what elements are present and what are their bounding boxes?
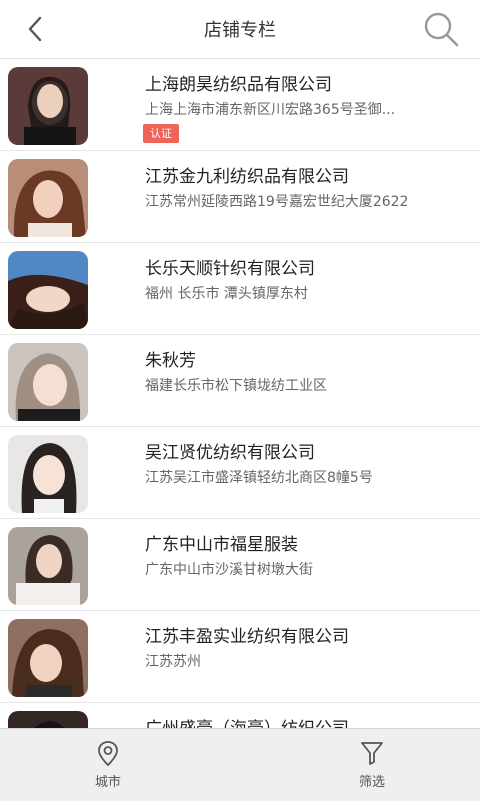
shop-address: 江苏常州延陵西路19号嘉宏世纪大厦2622	[145, 194, 409, 210]
top-bar: 店铺专栏	[0, 0, 480, 59]
shop-address: 上海上海市浦东新区川宏路365号圣御...	[145, 102, 396, 118]
filter-funnel-icon	[361, 742, 383, 765]
shop-address: 福州 长乐市 潭头镇厚东村	[145, 286, 308, 302]
search-icon[interactable]	[422, 10, 460, 48]
shop-row[interactable]: 朱秋芳 福建长乐市松下镇垅纺工业区	[0, 335, 480, 427]
shop-row[interactable]: 广州盛豪（海豪）纺织公司	[0, 703, 480, 728]
shop-avatar	[8, 711, 88, 728]
shop-name: 长乐天顺针织有限公司	[145, 259, 315, 279]
shop-address: 福建长乐市松下镇垅纺工业区	[145, 378, 327, 394]
shop-row[interactable]: 江苏金九利纺织品有限公司 江苏常州延陵西路19号嘉宏世纪大厦2622	[0, 151, 480, 243]
shop-list: 上海朗昊纺织品有限公司 上海上海市浦东新区川宏路365号圣御... 认证 江苏金…	[0, 59, 480, 728]
shop-name: 江苏金九利纺织品有限公司	[145, 167, 349, 187]
shop-row[interactable]: 广东中山市福星服装 广东中山市沙溪甘树墩大街	[0, 519, 480, 611]
shop-avatar	[8, 435, 88, 513]
city-tab-label: 城市	[94, 775, 121, 790]
shop-avatar	[8, 619, 88, 697]
shop-row[interactable]: 长乐天顺针织有限公司 福州 长乐市 潭头镇厚东村	[0, 243, 480, 335]
filter-tab[interactable]: 筛选	[327, 739, 417, 790]
page-title: 店铺专栏	[204, 20, 276, 41]
shop-address: 广东中山市沙溪甘树墩大街	[145, 562, 313, 578]
city-tab[interactable]: 城市	[63, 739, 153, 790]
shop-avatar	[8, 343, 88, 421]
shop-avatar	[8, 159, 88, 237]
shop-avatar	[8, 251, 88, 329]
shop-avatar	[8, 67, 88, 145]
certified-badge: 认证	[143, 124, 179, 143]
shop-avatar	[8, 527, 88, 605]
shop-name: 吴江贤优纺织有限公司	[145, 443, 315, 463]
shop-name: 上海朗昊纺织品有限公司	[145, 75, 332, 95]
shop-row[interactable]: 吴江贤优纺织有限公司 江苏吴江市盛泽镇轻纺北商区8幢5号	[0, 427, 480, 519]
shop-address: 江苏苏州	[145, 654, 201, 670]
filter-tab-label: 筛选	[358, 775, 385, 790]
shop-name: 广东中山市福星服装	[145, 535, 298, 555]
location-pin-icon	[98, 741, 118, 767]
bottom-nav: 城市 筛选	[0, 728, 480, 801]
shop-row[interactable]: 上海朗昊纺织品有限公司 上海上海市浦东新区川宏路365号圣御... 认证	[0, 59, 480, 151]
shop-row[interactable]: 江苏丰盈实业纺织有限公司 江苏苏州	[0, 611, 480, 703]
shop-address: 江苏吴江市盛泽镇轻纺北商区8幢5号	[145, 470, 373, 486]
shop-name: 江苏丰盈实业纺织有限公司	[145, 627, 349, 647]
shop-name: 广州盛豪（海豪）纺织公司	[145, 714, 349, 728]
shop-name: 朱秋芳	[145, 351, 196, 371]
